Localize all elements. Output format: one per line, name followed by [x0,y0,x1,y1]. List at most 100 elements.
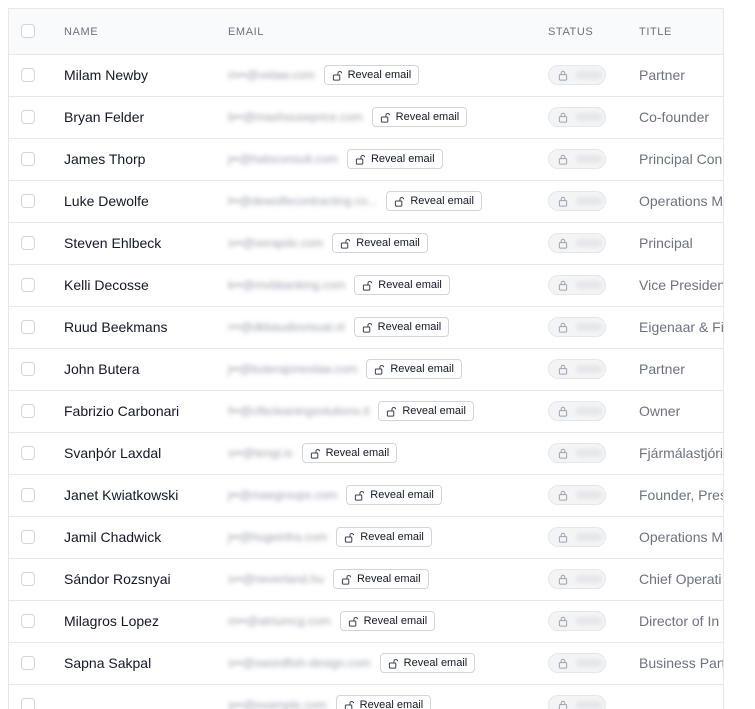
lock-icon [558,658,568,669]
row-checkbox[interactable] [21,404,35,418]
email-cell: f••@cfbcleaningsolutions.itReveal email [228,400,474,422]
reveal-email-button[interactable]: Reveal email [378,401,474,421]
status-badge [548,233,606,253]
row-checkbox[interactable] [21,530,35,544]
lock-icon [558,196,568,207]
column-header-name[interactable]: NAME [64,26,98,38]
table-row[interactable]: Luke Dewolfe l••@dewolfecontracting.co...… [9,181,723,223]
status-masked [576,155,602,163]
email-cell: l••@dewolfecontracting.co... Reveal email [228,190,482,212]
table-row[interactable]: James Thorpj••@hatsconsult.comReveal ema… [9,139,723,181]
contact-title: Partner [639,361,723,377]
table-row[interactable]: Ruud Beekmansr••@dkbaudiovisual.nlReveal… [9,307,723,349]
unlock-icon [355,154,366,165]
row-checkbox[interactable] [21,362,35,376]
table-row[interactable]: Sapna Sakpal s••@swordfish-design.com Reve… [9,643,723,685]
status-masked [576,197,602,205]
reveal-email-label: Reveal email [364,615,428,627]
row-checkbox[interactable] [21,152,35,166]
contact-name[interactable]: Kelli Decosse [64,277,149,293]
row-checkbox[interactable] [21,278,35,292]
contact-name[interactable]: Sapna Sakpal [64,655,151,671]
contact-name[interactable]: James Thorp [64,151,145,167]
contact-name[interactable]: Milagros Lopez [64,613,159,629]
table-row[interactable]: Jamil Chadwickj••@hugeinfra.comReveal em… [9,517,723,559]
select-all-checkbox[interactable] [21,24,35,38]
reveal-email-button[interactable]: Reveal email [302,443,398,463]
row-checkbox[interactable] [21,236,35,250]
row-checkbox[interactable] [21,320,35,334]
reveal-email-button[interactable]: Reveal email [372,107,468,127]
contact-name[interactable]: Jamil Chadwick [64,529,161,545]
reveal-email-button[interactable]: Reveal email [333,569,429,589]
contact-name[interactable]: Bryan Felder [64,109,144,125]
masked-email: s••@swordfish-design.com [228,656,371,670]
column-header-status[interactable]: STATUS [548,26,593,38]
contact-name[interactable]: Svanþór Laxdal [64,445,161,461]
status-masked [576,281,602,289]
reveal-email-label: Reveal email [410,195,474,207]
row-checkbox[interactable] [21,656,35,670]
masked-email: s••@serapdx.com [228,236,323,250]
row-checkbox[interactable] [21,68,35,82]
row-checkbox[interactable] [21,194,35,208]
row-checkbox[interactable] [21,614,35,628]
row-checkbox[interactable] [21,488,35,502]
reveal-email-button[interactable]: Reveal email [386,191,482,211]
contact-name[interactable]: Luke Dewolfe [64,193,149,209]
reveal-email-label: Reveal email [356,237,420,249]
table-row[interactable]: Fabrizio Carbonari f••@cfbcleaningsolutio… [9,391,723,433]
lock-icon [558,448,568,459]
table-row[interactable]: Milam Newbym••@velaw.comReveal emailPart… [9,55,723,97]
unlock-icon [388,658,399,669]
reveal-email-button[interactable]: Reveal email [324,65,420,85]
table-row[interactable]: Steven Ehlbeck s••@serapdx.com Reveal emai… [9,223,723,265]
row-checkbox[interactable] [21,572,35,586]
masked-email: k••@mvbbanking.com [228,278,345,292]
reveal-email-button[interactable]: Reveal email [336,527,432,547]
table-row[interactable]: Kelli Decosse k••@mvbbanking.com Reveal em… [9,265,723,307]
reveal-email-button[interactable]: Reveal email [354,317,450,337]
reveal-email-button[interactable]: Reveal email [347,149,443,169]
reveal-email-button[interactable]: Reveal email [346,485,442,505]
contact-title: Eigenaar & Fi [639,319,723,335]
reveal-email-label: Reveal email [357,573,421,585]
column-header-email[interactable]: EMAIL [228,26,264,38]
reveal-email-button[interactable]: Reveal email [336,695,432,709]
reveal-email-button[interactable]: Reveal email [340,611,436,631]
table-row[interactable]: Janet Kwiatkowski j••@maegroups.comReveal… [9,475,723,517]
reveal-email-label: Reveal email [370,489,434,501]
contact-name[interactable]: Steven Ehlbeck [64,235,161,251]
row-checkbox[interactable] [21,446,35,460]
email-cell: s••@neverland.huReveal email [228,568,429,590]
contact-name[interactable]: Sándor Rozsnyai [64,571,171,587]
reveal-email-label: Reveal email [360,531,424,543]
reveal-email-button[interactable]: Reveal email [332,233,428,253]
reveal-email-button[interactable]: Reveal email [354,275,450,295]
contact-name[interactable]: John Butera [64,361,140,377]
contact-name[interactable]: Janet Kwiatkowski [64,487,178,503]
email-cell: m••@atriumcg.comReveal email [228,610,435,632]
table-row[interactable]: a••@example.comReveal email [9,685,723,709]
reveal-email-label: Reveal email [326,447,390,459]
table-row[interactable]: Milagros Lopez m••@atriumcg.comReveal ema… [9,601,723,643]
reveal-email-button[interactable]: Reveal email [366,359,462,379]
row-checkbox[interactable] [21,110,35,124]
contact-name[interactable]: Milam Newby [64,67,148,83]
table-row[interactable]: Svanþór Laxdals••@tengi.isReveal emailFj… [9,433,723,475]
status-masked [576,365,602,373]
email-cell: j••@maegroups.comReveal email [228,484,442,506]
status-badge [548,611,606,631]
reveal-email-label: Reveal email [360,699,424,709]
reveal-email-button[interactable]: Reveal email [380,653,476,673]
unlock-icon [341,574,352,585]
lock-icon [558,322,568,333]
table-row[interactable]: John Buteraj••@buterajoneslaw.comReveal … [9,349,723,391]
contact-name[interactable]: Ruud Beekmans [64,319,168,335]
contact-name[interactable]: Fabrizio Carbonari [64,403,179,419]
table-row[interactable]: Bryan Felderb••@maxhouseprice.comReveal … [9,97,723,139]
table-row[interactable]: Sándor Rozsnyai s••@neverland.huReveal em… [9,559,723,601]
status-badge [548,569,606,589]
column-header-title[interactable]: TITLE [639,26,672,38]
masked-email: l••@dewolfecontracting.co... [228,194,377,208]
